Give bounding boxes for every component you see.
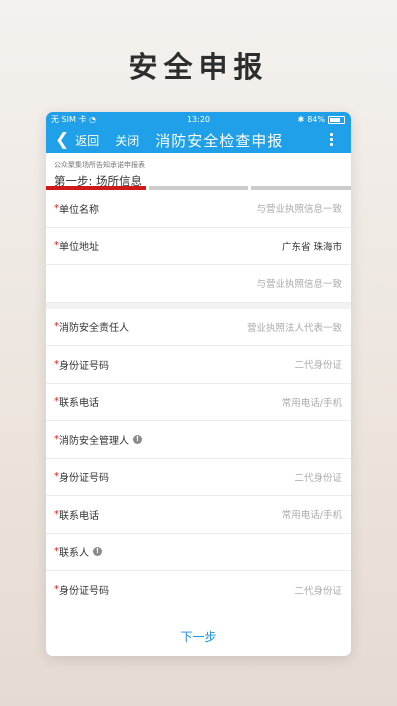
next-step-button[interactable]: 下一步 — [46, 619, 351, 656]
unit-address-detail-input[interactable]: 与营业执照信息一致 — [256, 276, 342, 290]
unit-address-label-text: 单位地址 — [59, 242, 99, 254]
id-number-label-3: * 身份证号码 — [54, 582, 109, 597]
info-icon[interactable]: ! — [93, 547, 102, 557]
phone-screen: 无 SIM 卡 ◔ 13:20 ✱ 84% ❮ 返回 关闭 消防安全检查申报 公… — [46, 112, 351, 656]
phone-label-text-1: 联系电话 — [59, 398, 99, 410]
fire-manager-row: * 消防安全管理人! — [46, 421, 351, 459]
phone-input-1[interactable]: 常用电话/手机 — [282, 395, 342, 409]
id-number-input-1[interactable]: 二代身份证 — [294, 357, 342, 371]
fire-manager-label-text: 消防安全管理人 — [59, 435, 129, 447]
fire-responsible-row[interactable]: * 消防安全责任人 营业执照法人代表一致 — [46, 309, 351, 346]
unit-name-input[interactable]: 与营业执照信息一致 — [256, 201, 342, 215]
unit-address-row[interactable]: * 单位地址 广东省 珠海市 — [46, 228, 351, 265]
phone-label-2: * 联系电话 — [54, 507, 99, 522]
fire-responsible-label: * 消防安全责任人 — [54, 319, 129, 334]
fire-responsible-input[interactable]: 营业执照法人代表一致 — [247, 320, 342, 334]
info-icon[interactable]: ! — [133, 434, 142, 444]
back-button[interactable]: 返回 — [75, 132, 99, 149]
id-number-label-text-3: 身份证号码 — [59, 586, 109, 598]
nav-bar: ❮ 返回 关闭 消防安全检查申报 — [46, 127, 351, 153]
battery-icon — [328, 115, 345, 124]
unit-name-label-text: 单位名称 — [59, 204, 99, 216]
status-right: ✱ 84% — [298, 112, 345, 127]
form-header: 公众聚集场所告知承诺申报表 第一步: 场所信息 — [46, 153, 351, 188]
step-title: 第一步: 场所信息 — [54, 174, 143, 188]
id-number-input-2[interactable]: 二代身份证 — [294, 470, 342, 484]
fire-responsible-label-text: 消防安全责任人 — [59, 323, 129, 335]
phone-label-1: * 联系电话 — [54, 394, 99, 409]
fire-manager-label: * 消防安全管理人! — [54, 432, 142, 447]
back-chevron-icon[interactable]: ❮ — [55, 127, 69, 153]
nav-title: 消防安全检查申报 — [155, 131, 284, 150]
contact-row: * 联系人! — [46, 534, 351, 571]
unit-address-label: * 单位地址 — [54, 238, 99, 253]
id-number-input-3[interactable]: 二代身份证 — [294, 583, 342, 597]
phone-row-1[interactable]: * 联系电话 常用电话/手机 — [46, 384, 351, 421]
unit-name-label: * 单位名称 — [54, 201, 99, 216]
unit-address-detail-row[interactable]: 与营业执照信息一致 — [46, 265, 351, 303]
contact-label-text: 联系人 — [59, 548, 89, 560]
phone-row-2[interactable]: * 联系电话 常用电话/手机 — [46, 496, 351, 534]
bluetooth-icon: ✱ — [297, 115, 305, 124]
more-vertical-icon[interactable] — [330, 133, 333, 146]
unit-name-row[interactable]: * 单位名称 与营业执照信息一致 — [46, 190, 351, 228]
id-number-label-2: * 身份证号码 — [54, 469, 109, 484]
phone-input-2[interactable]: 常用电话/手机 — [282, 507, 342, 521]
id-number-row-3[interactable]: * 身份证号码 二代身份证 — [46, 571, 351, 609]
status-bar: 无 SIM 卡 ◔ 13:20 ✱ 84% — [46, 112, 351, 127]
id-number-label-text-1: 身份证号码 — [59, 360, 109, 372]
id-number-row-2[interactable]: * 身份证号码 二代身份证 — [46, 459, 351, 496]
battery-percent: 84% — [307, 115, 325, 124]
unit-address-select[interactable]: 广东省 珠海市 — [282, 239, 342, 253]
phone-label-text-2: 联系电话 — [59, 510, 99, 522]
form-subtitle: 公众聚集场所告知承诺申报表 — [54, 161, 145, 169]
id-number-label-text-2: 身份证号码 — [59, 473, 109, 485]
id-number-label-1: * 身份证号码 — [54, 357, 109, 372]
id-number-row-1[interactable]: * 身份证号码 二代身份证 — [46, 346, 351, 384]
close-button[interactable]: 关闭 — [115, 132, 139, 149]
page-headline: 安全申报 — [128, 50, 269, 84]
contact-label: * 联系人! — [54, 544, 102, 559]
